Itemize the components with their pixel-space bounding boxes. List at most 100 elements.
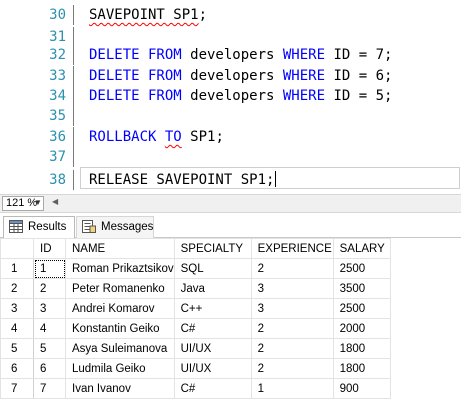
cell-name[interactable]: Konstantin Geiko: [65, 318, 175, 339]
code-line[interactable]: 36 ROLLBACK TO SP1;: [0, 127, 461, 147]
line-number: 37: [49, 149, 66, 165]
row-number[interactable]: 1: [0, 258, 34, 279]
table-row[interactable]: 7 7 Ivan Ivanov C# 1 900: [0, 378, 391, 399]
cell-name[interactable]: Ludmila Geiko: [65, 358, 175, 379]
cell-experience[interactable]: 1: [250, 378, 334, 399]
tab-messages[interactable]: Messages: [76, 216, 154, 238]
code-line[interactable]: 34 DELETE FROM developers WHERE ID = 5;: [0, 86, 461, 106]
table-row[interactable]: 6 6 Ludmila Geiko UI/UX 2 1800: [0, 358, 391, 379]
column-header-experience[interactable]: EXPERIENCE: [250, 238, 334, 259]
code-token: WHERE: [282, 88, 326, 104]
row-number[interactable]: 7: [0, 378, 34, 399]
code-line[interactable]: 33 DELETE FROM developers WHERE ID = 6;: [0, 66, 461, 86]
row-number[interactable]: 2: [0, 278, 34, 299]
tab-results-label: Results: [28, 221, 67, 233]
cell-id[interactable]: 1: [33, 258, 66, 279]
cell-id[interactable]: 5: [33, 338, 66, 359]
cell-name[interactable]: Asya Suleimanova: [65, 338, 175, 359]
cell-specialty[interactable]: SQL: [173, 258, 252, 279]
code-token: developers: [181, 68, 283, 84]
cell-salary[interactable]: 2500: [332, 258, 391, 279]
code-line[interactable]: 30 SAVEPOINT SP1;: [0, 5, 461, 25]
cell-specialty[interactable]: C#: [173, 378, 252, 399]
code-token: 6;: [367, 68, 393, 84]
cell-id[interactable]: 2: [33, 278, 66, 299]
code-token: ID: [325, 88, 359, 104]
cell-specialty[interactable]: UI/UX: [173, 338, 252, 359]
code-line[interactable]: 32 DELETE FROM developers WHERE ID = 7;: [0, 45, 461, 65]
row-number[interactable]: 5: [0, 338, 34, 359]
line-number: 31: [49, 29, 66, 45]
code-text: DELETE FROM developers WHERE ID = 5;: [89, 86, 392, 106]
gutter-divider: [73, 106, 74, 126]
row-number[interactable]: 6: [0, 358, 34, 379]
table-row[interactable]: 2 2 Peter Romanenko Java 3 3500: [0, 278, 391, 299]
cell-name[interactable]: Ivan Ivanov: [65, 378, 175, 399]
cell-experience[interactable]: 2: [250, 358, 334, 379]
cell-specialty[interactable]: C#: [173, 318, 252, 339]
code-token: developers: [181, 88, 283, 104]
code-token: developers: [181, 47, 283, 63]
code-line[interactable]: 35: [0, 106, 461, 126]
gutter-divider: [73, 27, 74, 47]
tab-results[interactable]: Results: [3, 216, 75, 238]
zoom-value: 121 %: [6, 197, 38, 209]
code-token: 5;: [367, 88, 393, 104]
row-number[interactable]: 3: [0, 298, 34, 319]
cell-id[interactable]: 3: [33, 298, 66, 319]
code-line[interactable]: 31: [0, 27, 461, 47]
results-tabbar: Results Messages: [0, 213, 461, 238]
line-number: 32: [49, 47, 66, 63]
table-row[interactable]: 5 5 Asya Suleimanova UI/UX 2 1800: [0, 338, 391, 359]
row-number[interactable]: 4: [0, 318, 34, 339]
code-token: 7;: [367, 47, 393, 63]
cell-salary[interactable]: 1800: [332, 338, 391, 359]
column-header-specialty[interactable]: SPECIALTY: [173, 238, 252, 259]
results-grid[interactable]: ID NAME SPECIALTY EXPERIENCE SALARY 1 1 Ro…: [0, 238, 461, 410]
tab-messages-label: Messages: [101, 221, 154, 233]
line-number: 33: [49, 68, 66, 84]
cell-name[interactable]: Peter Romanenko: [65, 278, 175, 299]
cell-experience[interactable]: 3: [250, 278, 334, 299]
cell-experience[interactable]: 2: [250, 258, 334, 279]
code-token: SAVEPOINT SP1: [89, 7, 199, 23]
cell-specialty[interactable]: C++: [173, 298, 252, 319]
cell-experience[interactable]: 3: [250, 298, 334, 319]
cell-name[interactable]: Andrei Komarov: [65, 298, 175, 319]
code-token: ;: [266, 172, 275, 188]
cell-salary[interactable]: 900: [332, 378, 391, 399]
chevron-down-icon[interactable]: ▼: [34, 196, 42, 209]
cell-salary[interactable]: 1800: [332, 358, 391, 379]
table-row[interactable]: 4 4 Konstantin Geiko C# 2 2000: [0, 318, 391, 339]
column-header-name[interactable]: NAME: [65, 238, 175, 259]
cell-experience[interactable]: 2: [250, 338, 334, 359]
cell-name[interactable]: Roman Prikaztsikov: [65, 258, 175, 279]
cell-specialty[interactable]: UI/UX: [173, 358, 252, 379]
cell-id[interactable]: 4: [33, 318, 66, 339]
gutter-divider: [73, 127, 74, 147]
gutter-divider: [73, 5, 74, 25]
line-number: 35: [49, 108, 66, 124]
cell-salary[interactable]: 3500: [332, 278, 391, 299]
column-header-salary[interactable]: SALARY: [332, 238, 391, 259]
code-token: ID: [325, 47, 359, 63]
gutter-divider: [73, 147, 74, 167]
table-row[interactable]: 1 1 Roman Prikaztsikov SQL 2 2500: [0, 258, 391, 279]
code-line[interactable]: 38 RELEASE SAVEPOINT SP1;: [0, 170, 461, 190]
column-header-rownum[interactable]: [0, 238, 34, 259]
cell-id[interactable]: 6: [33, 358, 66, 379]
sql-editor[interactable]: 30 SAVEPOINT SP1; 31 32 DELETE FROM develope…: [0, 0, 461, 194]
code-line[interactable]: 37: [0, 147, 461, 167]
cell-salary[interactable]: 2000: [332, 318, 391, 339]
gutter-divider: [73, 66, 74, 86]
cell-salary[interactable]: 2500: [332, 298, 391, 319]
table-row[interactable]: 3 3 Andrei Komarov C++ 3 2500: [0, 298, 391, 319]
column-header-id[interactable]: ID: [33, 238, 66, 259]
line-number: 36: [49, 129, 66, 145]
scroll-left-icon[interactable]: ◀: [52, 197, 58, 206]
cell-specialty[interactable]: Java: [173, 278, 252, 299]
cell-experience[interactable]: 2: [250, 318, 334, 339]
text-caret: [275, 171, 277, 187]
cell-id[interactable]: 7: [33, 378, 66, 399]
